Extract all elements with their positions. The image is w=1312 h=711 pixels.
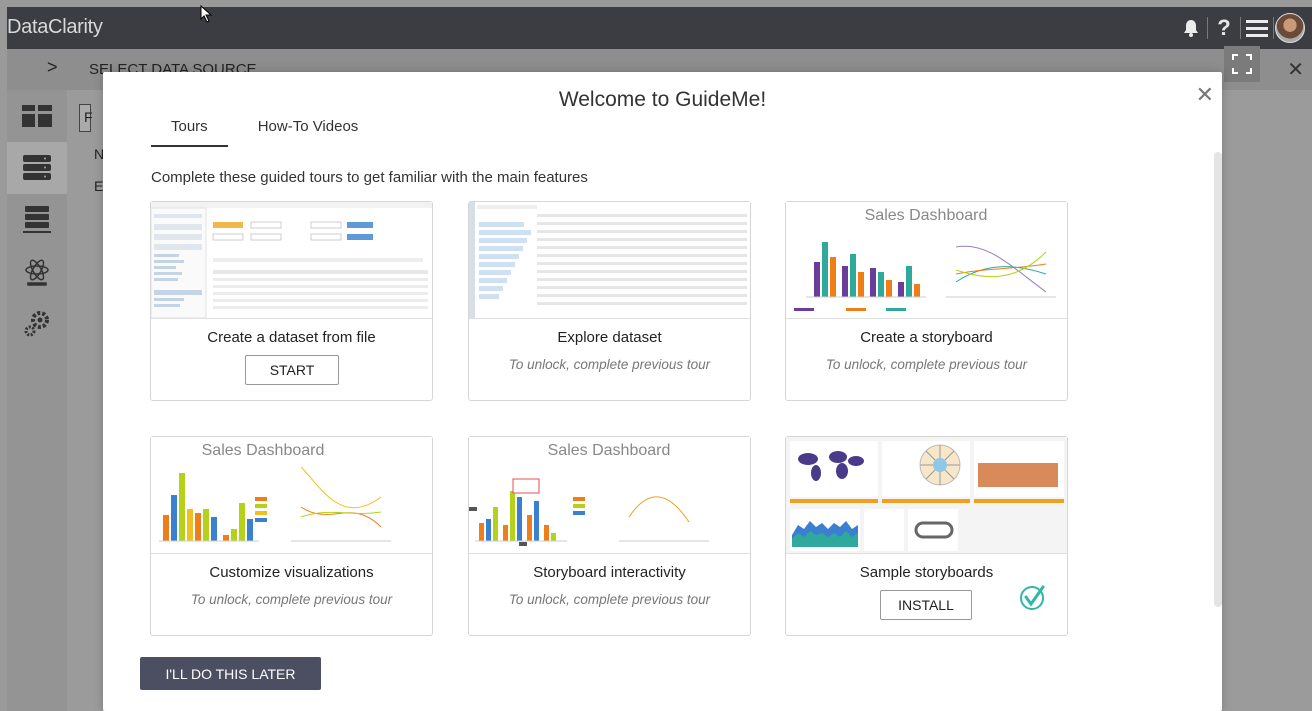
check-circle-icon — [1020, 585, 1045, 610]
card-status: To unlock, complete previous tour — [508, 592, 711, 607]
thumb-title: Sales Dashboard — [202, 442, 325, 459]
tour-card-create-dataset[interactable]: Create a dataset from file START — [150, 201, 433, 401]
do-this-later-button[interactable]: I'LL DO THIS LATER — [140, 657, 321, 690]
close-icon[interactable]: ✕ — [1287, 57, 1304, 82]
card-thumbnail: Sales Dashboard — [469, 437, 750, 554]
nav-database-icon[interactable] — [7, 142, 67, 194]
modal-subtitle: Complete these guided tours to get famil… — [151, 169, 588, 186]
thumb-title: Sales Dashboard — [865, 207, 988, 224]
nav-dashboard-icon[interactable] — [7, 90, 67, 142]
card-title: Customize visualizations — [209, 564, 374, 581]
card-status: To unlock, complete previous tour — [508, 357, 711, 372]
guideme-modal: Welcome to GuideMe! ✕ Tours How-To Video… — [103, 72, 1222, 711]
card-status: To unlock, complete previous tour — [825, 357, 1028, 372]
bg-fragment-1: F — [84, 109, 93, 125]
nav-gears-icon[interactable] — [7, 298, 67, 350]
nav-atom-icon[interactable] — [7, 246, 67, 298]
tab-how-to-videos[interactable]: How-To Videos — [258, 118, 359, 147]
close-icon[interactable]: ✕ — [1196, 82, 1214, 108]
start-button[interactable]: START — [245, 355, 339, 385]
card-thumbnail — [786, 437, 1067, 554]
tour-card-storyboard-interactivity[interactable]: Sales Dashboard Storyboard interactivity… — [468, 436, 751, 636]
bg-fragment-3: E — [94, 178, 104, 194]
tour-card-explore-dataset[interactable]: Explore dataset To unlock, complete prev… — [468, 201, 751, 401]
modal-title: Welcome to GuideMe! — [558, 88, 767, 111]
card-title: Create a storyboard — [860, 329, 993, 346]
card-thumbnail — [151, 202, 432, 319]
app-brand: DataClarity — [7, 16, 103, 38]
tour-card-sample-storyboards[interactable]: Sample storyboards INSTALL — [785, 436, 1068, 636]
card-thumbnail — [469, 202, 750, 319]
avatar — [1275, 13, 1305, 43]
nav-server-icon[interactable] — [7, 194, 67, 246]
thumb-title: Sales Dashboard — [548, 442, 671, 459]
fullscreen-icon[interactable] — [1224, 46, 1260, 82]
bell-icon[interactable] — [1175, 12, 1207, 44]
left-nav — [7, 90, 67, 711]
mouse-cursor-icon — [200, 5, 213, 23]
tour-card-create-storyboard[interactable]: Sales Dashboard Create a storyboard To u… — [785, 201, 1068, 401]
chevron-right-icon[interactable]: > — [47, 57, 58, 78]
card-thumbnail: Sales Dashboard — [786, 202, 1067, 319]
card-title: Create a dataset from file — [207, 329, 376, 346]
hamburger-menu-icon[interactable] — [1241, 12, 1273, 44]
top-icons: ? — [1175, 12, 1306, 44]
scrollbar[interactable] — [1214, 152, 1222, 607]
card-status: To unlock, complete previous tour — [190, 592, 393, 607]
card-thumbnail: Sales Dashboard — [151, 437, 432, 554]
install-button[interactable]: INSTALL — [880, 590, 972, 620]
tab-tours[interactable]: Tours — [151, 118, 228, 147]
modal-tabs: Tours How-To Videos — [151, 118, 358, 147]
tour-card-customize-visualizations[interactable]: Sales Dashboard Customize visualizations… — [150, 436, 433, 636]
card-title: Explore dataset — [557, 329, 662, 346]
user-avatar[interactable] — [1274, 12, 1306, 44]
help-icon[interactable]: ? — [1208, 12, 1240, 44]
card-title: Storyboard interactivity — [533, 564, 686, 581]
card-title: Sample storyboards — [859, 564, 994, 581]
